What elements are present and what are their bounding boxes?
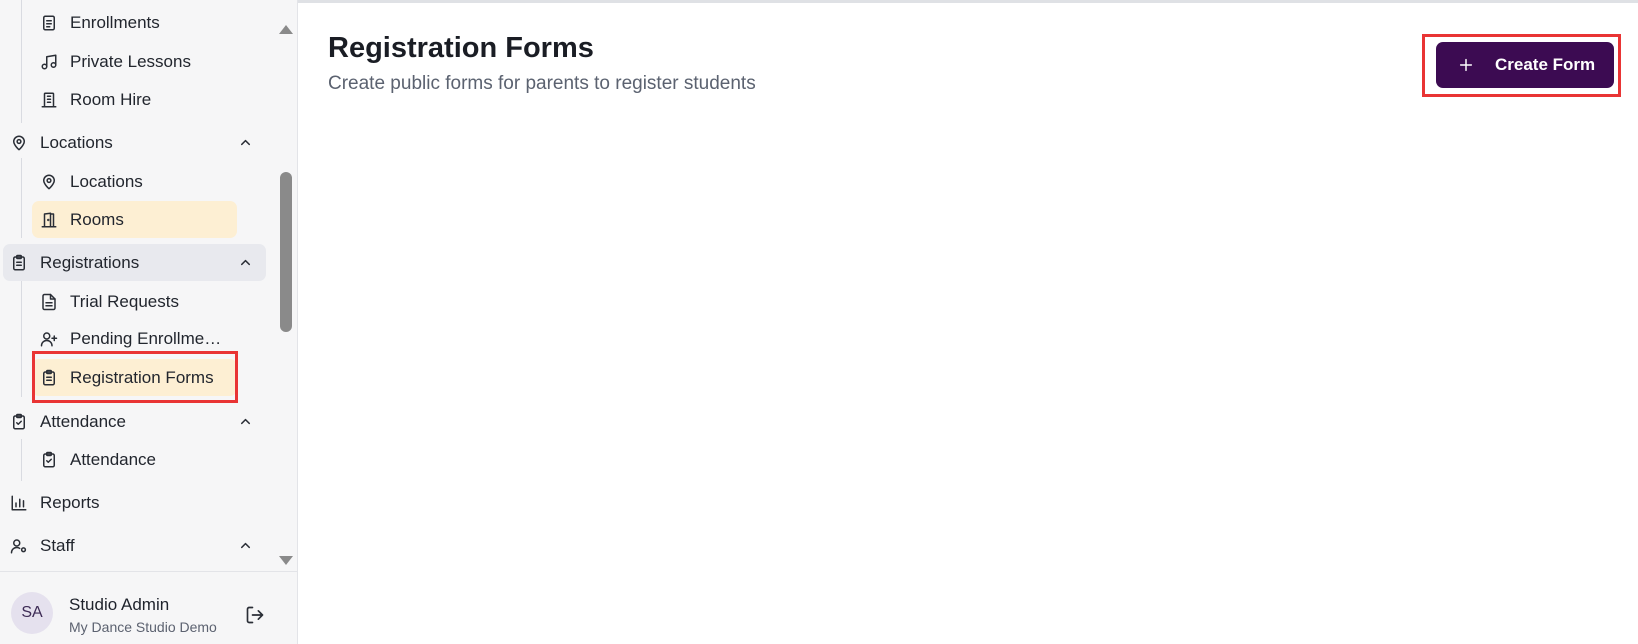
sidebar-nav: Enrollments Private Lessons Room Hire Lo…: [0, 0, 274, 570]
music-note-icon: [41, 54, 57, 69]
plus-icon: [1459, 58, 1473, 72]
scroll-down-arrow[interactable]: [279, 556, 293, 565]
sidebar-item-trial-requests[interactable]: Trial Requests: [32, 283, 237, 320]
sidebar-item-private-lessons[interactable]: Private Lessons: [32, 43, 237, 80]
sidebar: Enrollments Private Lessons Room Hire Lo…: [0, 0, 298, 644]
nav-guide-line: [21, 158, 22, 238]
sidebar-group-label: Staff: [40, 535, 75, 555]
logout-icon[interactable]: [245, 605, 265, 625]
nav-guide-line: [21, 439, 22, 481]
scroll-up-arrow[interactable]: [279, 25, 293, 34]
sidebar-group-locations[interactable]: Locations: [3, 124, 266, 161]
nav-guide-line: [21, 0, 22, 123]
chevron-up-icon: [240, 259, 251, 266]
clipboard-check-icon: [43, 451, 55, 467]
sidebar-item-label: Private Lessons: [70, 51, 191, 71]
user-name: Studio Admin: [69, 595, 170, 614]
sidebar-item-room-hire[interactable]: Room Hire: [32, 81, 237, 118]
sidebar-item-rooms[interactable]: Rooms: [32, 201, 237, 238]
create-form-button[interactable]: Create Form: [1436, 42, 1614, 88]
clipboard-list-icon: [13, 254, 25, 270]
sidebar-item-locations[interactable]: Locations: [32, 163, 237, 200]
map-pin-icon: [43, 174, 55, 189]
user-profile: SA Studio Admin My Dance Studio Demo: [0, 571, 297, 644]
sidebar-item-pending-enrollments[interactable]: Pending Enrollments: [32, 320, 237, 357]
user-cog-icon: [10, 538, 27, 553]
sidebar-item-reports[interactable]: Reports: [3, 484, 266, 521]
nav-guide-line: [21, 280, 22, 397]
sidebar-item-label: Trial Requests: [70, 291, 179, 311]
sidebar-item-attendance[interactable]: Attendance: [32, 441, 237, 478]
sidebar-item-label: Locations: [70, 171, 143, 191]
chevron-up-icon: [240, 542, 251, 549]
user-organization: My Dance Studio Demo: [69, 619, 217, 635]
sidebar-item-label: Rooms: [70, 209, 124, 229]
building-icon: [41, 92, 57, 107]
sidebar-scrollbar-thumb[interactable]: [280, 172, 292, 332]
door-icon: [41, 212, 57, 227]
chevron-up-icon: [240, 418, 251, 425]
sidebar-item-label: Pending Enrollments: [70, 328, 222, 348]
clipboard-check-icon: [13, 413, 25, 429]
sidebar-group-attendance[interactable]: Attendance: [3, 403, 266, 440]
sidebar-item-label: Attendance: [70, 449, 157, 469]
sidebar-item-label: Room Hire: [70, 89, 152, 109]
create-form-label: Create Form: [1495, 55, 1596, 74]
sidebar-item-registration-forms[interactable]: Registration Forms: [32, 359, 237, 396]
clipboard-list-icon: [43, 369, 55, 385]
page-title: Registration Forms: [328, 32, 594, 64]
sidebar-item-label: Registration Forms: [70, 367, 214, 387]
sidebar-group-label: Attendance: [40, 411, 127, 431]
sidebar-group-registrations[interactable]: Registrations: [3, 244, 266, 281]
file-text-icon: [42, 293, 56, 310]
page-subtitle: Create public forms for parents to regis…: [328, 73, 756, 94]
sidebar-group-staff[interactable]: Staff: [3, 527, 266, 564]
chevron-up-icon: [240, 139, 251, 146]
sidebar-group-label: Locations: [40, 132, 113, 152]
user-plus-icon: [40, 331, 58, 346]
sidebar-item-label: Enrollments: [70, 12, 160, 32]
bar-chart-icon: [11, 495, 27, 510]
avatar[interactable]: SA: [11, 592, 53, 634]
sidebar-group-label: Registrations: [40, 252, 140, 272]
clipboard-list-icon: [43, 15, 55, 30]
sidebar-item-enrollments[interactable]: Enrollments: [32, 4, 237, 41]
sidebar-item-label: Reports: [40, 492, 100, 512]
map-pin-icon: [13, 135, 25, 150]
